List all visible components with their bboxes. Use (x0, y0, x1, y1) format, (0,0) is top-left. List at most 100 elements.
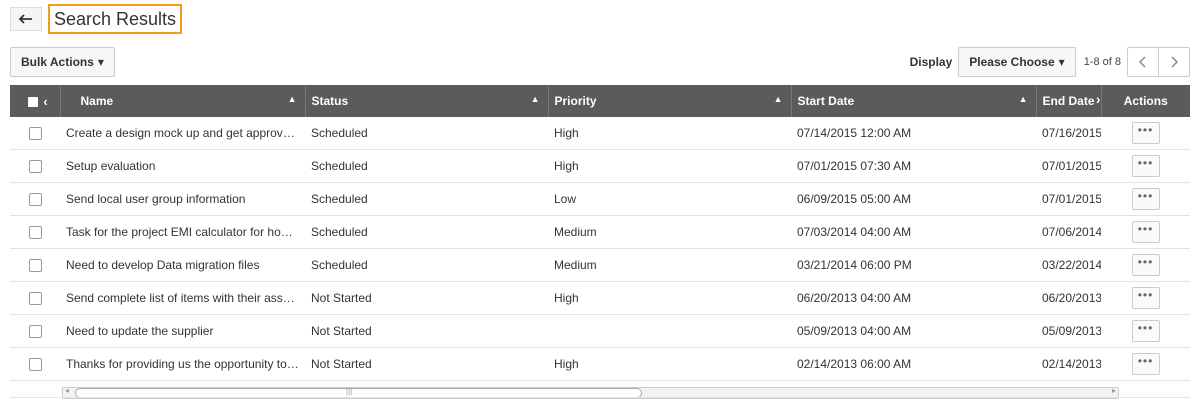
row-select-cell[interactable] (10, 117, 60, 150)
table-row[interactable]: Task for the project EMI calculator for … (10, 215, 1190, 249)
cell-name[interactable]: Need to develop Data migration files (60, 248, 305, 282)
cell-end-date: 02/14/2013 06:00 AM (1036, 347, 1101, 381)
cell-name[interactable]: Send local user group information (60, 182, 305, 216)
column-header-end-date[interactable]: End Date › (1036, 85, 1102, 117)
row-select-cell[interactable] (10, 347, 60, 381)
row-select-cell[interactable] (10, 182, 60, 216)
caret-down-icon: ▾ (1058, 55, 1065, 69)
scroll-right-arrow-icon[interactable]: ▸ (1112, 386, 1116, 395)
prev-page-button[interactable] (1128, 48, 1158, 76)
cell-priority: High (548, 149, 791, 183)
more-actions-button[interactable]: ••• (1131, 188, 1160, 210)
caret-down-icon: ▾ (97, 55, 104, 69)
cell-priority: High (548, 117, 791, 150)
row-select-cell[interactable] (10, 248, 60, 282)
column-header-actions: Actions (1101, 85, 1190, 117)
cell-start-date: 07/01/2015 07:30 AM (791, 149, 1036, 183)
cell-end-date: 03/22/2014 06:00 PM (1036, 248, 1101, 282)
row-checkbox[interactable] (28, 292, 42, 306)
row-select-cell[interactable] (10, 215, 60, 249)
cell-end-date: 07/01/2015 05:00 AM (1036, 182, 1101, 216)
table-row[interactable]: Send local user group information Schedul… (10, 182, 1190, 216)
cell-actions: ••• (1101, 314, 1190, 348)
next-page-button[interactable] (1158, 48, 1189, 76)
table-row[interactable]: Need to update the supplier Not Started 05… (10, 314, 1190, 348)
table-header-row: ‹ Name ▲ Status ▲ Priority ▲ Start Date … (10, 85, 1190, 117)
row-checkbox[interactable] (28, 325, 42, 339)
scroll-left-arrow-icon[interactable]: ◂ (65, 386, 69, 395)
cell-name[interactable]: Create a design mock up and get approval… (60, 117, 305, 150)
select-all-checkbox[interactable] (28, 97, 38, 108)
scroll-right-icon[interactable]: › (1096, 91, 1100, 107)
grip-icon: ||| (346, 387, 353, 396)
cell-name[interactable]: Need to update the supplier (60, 314, 305, 348)
table-row[interactable]: Setup evaluation Scheduled High 07/01/2015 … (10, 149, 1190, 183)
row-select-cell[interactable] (10, 314, 60, 348)
cell-start-date: 07/03/2014 04:00 AM (791, 215, 1036, 249)
cell-end-date: 05/09/2013 04:00 AM (1036, 314, 1101, 348)
cell-actions: ••• (1101, 117, 1190, 150)
back-button[interactable] (10, 7, 42, 31)
cell-name[interactable]: Thanks for providing us the opportunity … (60, 347, 305, 381)
more-actions-button[interactable]: ••• (1131, 221, 1160, 243)
table-row[interactable]: Need to develop Data migration files Sche… (10, 248, 1190, 282)
pager (1127, 47, 1190, 77)
table-row[interactable]: Send complete list of items with their a… (10, 281, 1190, 315)
display-controls: Display Please Choose ▾ 1-8 of 8 (910, 47, 1190, 77)
bulk-actions-label: Bulk Actions (21, 55, 94, 69)
cell-status: Scheduled (305, 149, 548, 183)
toolbar: Bulk Actions ▾ Display Please Choose ▾ 1… (10, 47, 1190, 77)
cell-actions: ••• (1101, 182, 1190, 216)
cell-priority (548, 314, 791, 348)
divider (10, 397, 1190, 398)
cell-status: Not Started (305, 314, 548, 348)
scroll-left-icon[interactable]: ‹ (43, 94, 47, 109)
more-actions-button[interactable]: ••• (1131, 155, 1160, 177)
row-checkbox[interactable] (28, 160, 42, 174)
row-checkbox[interactable] (28, 193, 42, 207)
column-header-priority[interactable]: Priority ▲ (548, 85, 792, 117)
cell-status: Scheduled (305, 215, 548, 249)
row-select-cell[interactable] (10, 281, 60, 315)
header-select-all[interactable]: ‹ (10, 85, 61, 117)
sort-asc-icon: ▲ (773, 94, 783, 104)
row-checkbox[interactable] (28, 127, 42, 141)
display-select[interactable]: Please Choose ▾ (958, 47, 1076, 77)
cell-name[interactable]: Send complete list of items with their a… (60, 281, 305, 315)
cell-start-date: 02/14/2013 06:00 AM (791, 347, 1036, 381)
cell-end-date: 07/16/2015 12:00 AM (1036, 117, 1101, 150)
row-checkbox[interactable] (28, 259, 42, 273)
cell-actions: ••• (1101, 281, 1190, 315)
more-actions-button[interactable]: ••• (1131, 353, 1160, 375)
more-actions-button[interactable]: ••• (1131, 122, 1160, 144)
row-select-cell[interactable] (10, 149, 60, 183)
cell-priority: Medium (548, 215, 791, 249)
display-label: Display (909, 55, 953, 69)
back-arrow-icon (19, 14, 32, 24)
cell-priority: High (548, 281, 791, 315)
results-grid: ‹ Name ▲ Status ▲ Priority ▲ Start Date … (10, 85, 1190, 399)
column-header-status[interactable]: Status ▲ (305, 85, 549, 117)
more-actions-button[interactable]: ••• (1131, 287, 1160, 309)
cell-name[interactable]: Setup evaluation (60, 149, 305, 183)
cell-actions: ••• (1101, 149, 1190, 183)
more-actions-button[interactable]: ••• (1131, 254, 1160, 276)
top-bar: Search Results (10, 4, 183, 34)
column-header-start-date[interactable]: Start Date ▲ (791, 85, 1037, 117)
cell-start-date: 07/14/2015 12:00 AM (791, 117, 1036, 150)
cell-start-date: 03/21/2014 06:00 PM (791, 248, 1036, 282)
sort-asc-icon: ▲ (530, 94, 540, 104)
cell-status: Scheduled (305, 248, 548, 282)
row-checkbox[interactable] (28, 358, 42, 372)
column-header-name[interactable]: Name ▲ (60, 85, 306, 117)
row-checkbox[interactable] (28, 226, 42, 240)
cell-actions: ••• (1101, 248, 1190, 282)
bulk-actions-button[interactable]: Bulk Actions ▾ (10, 47, 115, 77)
more-actions-button[interactable]: ••• (1131, 320, 1160, 342)
cell-actions: ••• (1101, 215, 1190, 249)
table-row[interactable]: Create a design mock up and get approval… (10, 117, 1190, 150)
sort-asc-icon: ▲ (287, 94, 297, 104)
cell-name[interactable]: Task for the project EMI calculator for … (60, 215, 305, 249)
chevron-right-icon (1171, 56, 1178, 68)
table-row[interactable]: Thanks for providing us the opportunity … (10, 347, 1190, 381)
